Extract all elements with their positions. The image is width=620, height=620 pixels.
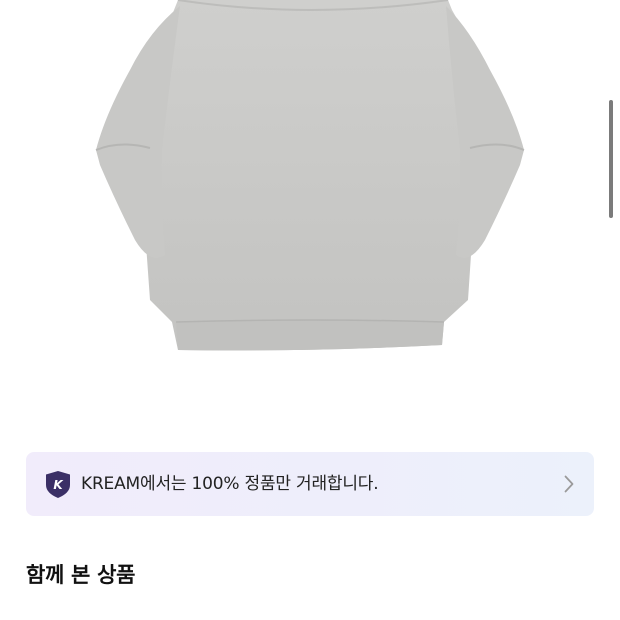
chevron-right-icon[interactable]	[564, 475, 574, 493]
sweatshirt-image	[95, 0, 525, 351]
kream-shield-icon: K	[46, 471, 70, 498]
banner-text: KREAM에서는 100% 정품만 거래합니다.	[81, 474, 379, 494]
authenticity-banner[interactable]: K KREAM에서는 100% 정품만 거래합니다.	[26, 452, 594, 516]
section-title: 함께 본 상품	[26, 563, 136, 587]
product-image	[0, 0, 620, 400]
scrollbar[interactable]	[609, 100, 613, 218]
